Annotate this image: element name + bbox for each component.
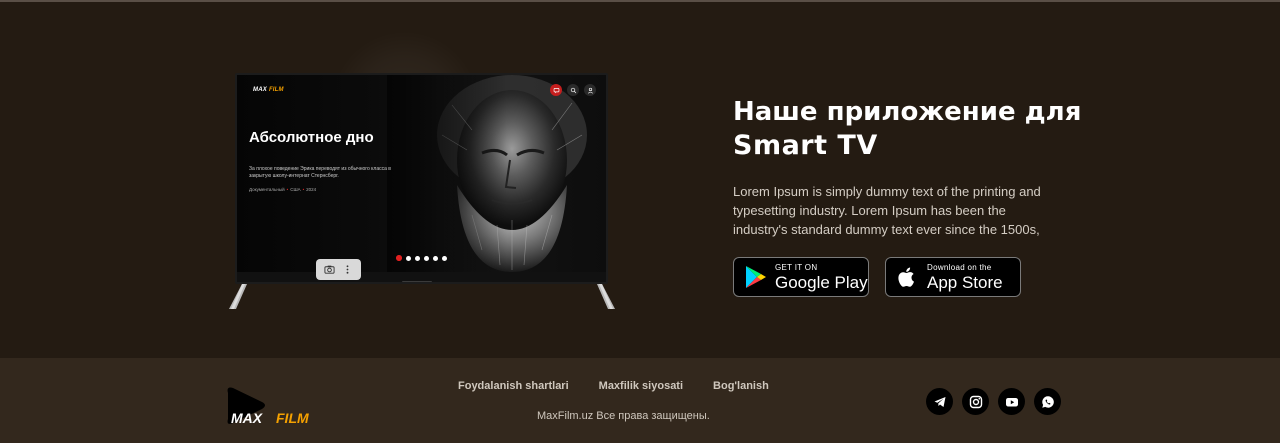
telegram-icon xyxy=(934,396,945,407)
top-divider xyxy=(0,0,1280,2)
camera-icon[interactable] xyxy=(324,264,335,275)
slider-dots xyxy=(396,255,447,261)
link-contact[interactable]: Bog'lanish xyxy=(713,380,769,392)
tv-logo: MAX FILM xyxy=(253,87,284,93)
instagram-icon xyxy=(969,395,982,408)
slider-dot[interactable] xyxy=(406,255,411,261)
heading-line-2: Smart TV xyxy=(733,130,878,161)
youtube-icon xyxy=(1005,397,1018,406)
slider-dot[interactable] xyxy=(433,255,438,261)
google-play-small-label: GET IT ON xyxy=(775,262,818,272)
tv-header-icons xyxy=(550,84,596,96)
social-links xyxy=(926,388,1061,415)
app-store-small-label: Download on the xyxy=(927,262,992,272)
google-play-button[interactable]: GET IT ON Google Play xyxy=(733,257,869,297)
image-toolbar xyxy=(316,259,361,280)
instagram-link[interactable] xyxy=(962,388,989,415)
whatsapp-icon xyxy=(1041,395,1054,408)
movie-country: США xyxy=(290,187,301,192)
meta-separator: • xyxy=(302,187,305,192)
meta-separator: • xyxy=(286,187,289,192)
tv-mockup: MAX FILM Абсолютное дно За плохое поведен… xyxy=(235,73,608,284)
link-terms[interactable]: Foydalanish shartlari xyxy=(458,380,569,392)
heading-line-1: Наше приложение для xyxy=(733,97,1082,127)
footer-logo[interactable]: MAX FILM xyxy=(224,376,324,426)
footer: MAX FILM Foydalanish shartlari Maxfilik … xyxy=(0,358,1280,443)
search-icon[interactable] xyxy=(567,84,579,96)
portrait-fade xyxy=(387,75,507,272)
app-description: Lorem Ipsum is simply dummy text of the … xyxy=(733,184,1041,237)
youtube-link[interactable] xyxy=(998,388,1025,415)
movie-description: За плохое поведение Эрика переводят из о… xyxy=(249,166,391,179)
app-store-label: App Store xyxy=(927,272,1003,292)
app-heading: Наше приложение для Smart TV xyxy=(733,95,1081,163)
footer-logo-film: FILM xyxy=(276,410,309,426)
slider-dot[interactable] xyxy=(442,255,447,261)
tv-logo-max: MAX xyxy=(253,87,267,93)
app-store-button[interactable]: Download on the App Store xyxy=(885,257,1021,297)
link-privacy[interactable]: Maxfilik siyosati xyxy=(599,380,683,392)
tv-brand-mark xyxy=(402,281,432,282)
slider-dot[interactable] xyxy=(424,255,429,261)
tv-stand-right xyxy=(597,284,615,309)
movie-year: 2024 xyxy=(306,187,317,192)
footer-nav: Foydalanish shartlari Maxfilik siyosati … xyxy=(458,380,769,392)
tv-stand-left xyxy=(229,284,247,309)
tv-bezel-bottom xyxy=(237,272,606,282)
user-icon[interactable] xyxy=(584,84,596,96)
tv-screen: MAX FILM Абсолютное дно За плохое поведен… xyxy=(237,75,606,272)
movie-title: Абсолютное дно xyxy=(249,129,374,146)
movie-meta: Документальный • США • 2024 xyxy=(249,187,316,192)
more-options-icon[interactable] xyxy=(342,264,353,275)
tv-logo-film: FILM xyxy=(268,87,284,93)
slider-dot[interactable] xyxy=(415,255,420,261)
whatsapp-link[interactable] xyxy=(1034,388,1061,415)
google-play-icon xyxy=(746,266,766,288)
telegram-link[interactable] xyxy=(926,388,953,415)
movie-genre: Документальный xyxy=(249,187,285,192)
apple-icon xyxy=(898,267,914,287)
slider-dot[interactable] xyxy=(396,255,402,261)
footer-logo-max: MAX xyxy=(231,410,264,426)
google-play-label: Google Play xyxy=(775,272,868,292)
chat-icon[interactable] xyxy=(550,84,562,96)
copyright: MaxFilm.uz Все права защищены. xyxy=(537,410,710,422)
